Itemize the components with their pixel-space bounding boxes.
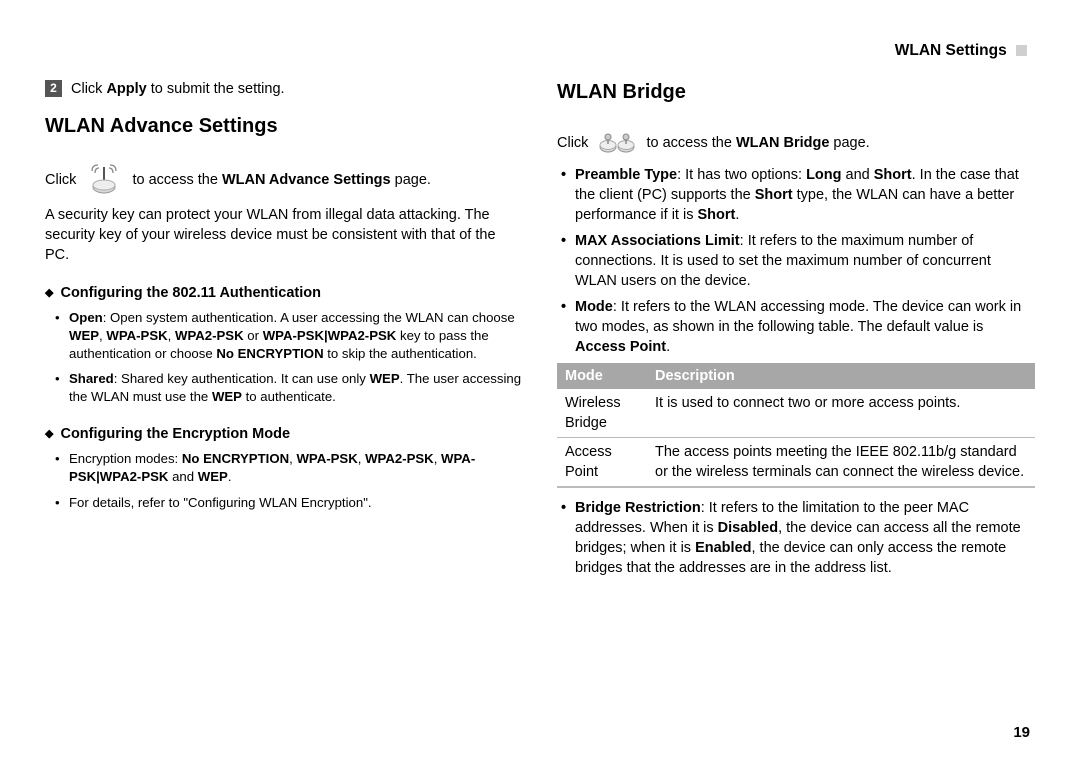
right-column: WLAN Bridge Click to access the WLAN Bri… (557, 79, 1035, 584)
mode-col-header: Mode (557, 363, 647, 389)
bridge-bullets: Preamble Type: It has two options: Long … (557, 165, 1035, 357)
wlan-bridge-heading: WLAN Bridge (557, 79, 1035, 107)
sec-enc-list: Encryption modes: No ENCRYPTION, WPA-PSK… (45, 450, 523, 511)
step-2-text: Click Apply to submit the setting. (71, 79, 285, 99)
list-item: Bridge Restriction: It refers to the lim… (561, 498, 1035, 578)
table-header-row: Mode Description (557, 363, 1035, 389)
click-line: Click to access the WLAN Advance Setting… (45, 163, 523, 197)
bridge-icon (598, 129, 636, 157)
desc-col-header: Description (647, 363, 1035, 389)
step-number-badge: 2 (45, 80, 62, 97)
left-column: 2 Click Apply to submit the setting. WLA… (45, 79, 523, 584)
sec-auth-list: Open: Open system authentication. A user… (45, 309, 523, 406)
list-item: Shared: Shared key authentication. It ca… (59, 370, 523, 406)
list-item: MAX Associations Limit: It refers to the… (561, 231, 1035, 291)
antenna-icon (86, 163, 122, 197)
header-title: WLAN Settings (895, 42, 1007, 59)
mode-table: Mode Description Wireless Bridge It is u… (557, 363, 1035, 488)
list-item: For details, refer to "Configuring WLAN … (59, 494, 523, 512)
wlan-advance-heading: WLAN Advance Settings (45, 113, 523, 141)
bridge-bullets-2: Bridge Restriction: It refers to the lim… (557, 498, 1035, 578)
table-row: Access Point The access points meeting t… (557, 437, 1035, 487)
list-item: Preamble Type: It has two options: Long … (561, 165, 1035, 225)
sec-auth-heading: Configuring the 802.11 Authentication (45, 283, 523, 303)
security-key-paragraph: A security key can protect your WLAN fro… (45, 205, 523, 265)
click-line-bridge: Click to access the WLAN Bridge page. (557, 129, 1035, 157)
list-item: Open: Open system authentication. A user… (59, 309, 523, 362)
two-column-layout: 2 Click Apply to submit the setting. WLA… (45, 79, 1035, 584)
page-number: 19 (1013, 723, 1030, 744)
step-2-line: 2 Click Apply to submit the setting. (45, 79, 523, 99)
header-decor-box (1016, 45, 1027, 56)
table-row: Wireless Bridge It is used to connect tw… (557, 389, 1035, 438)
page-header: WLAN Settings (45, 40, 1035, 61)
list-item: Encryption modes: No ENCRYPTION, WPA-PSK… (59, 450, 523, 486)
list-item: Mode: It refers to the WLAN accessing mo… (561, 297, 1035, 357)
sec-enc-heading: Configuring the Encryption Mode (45, 424, 523, 444)
